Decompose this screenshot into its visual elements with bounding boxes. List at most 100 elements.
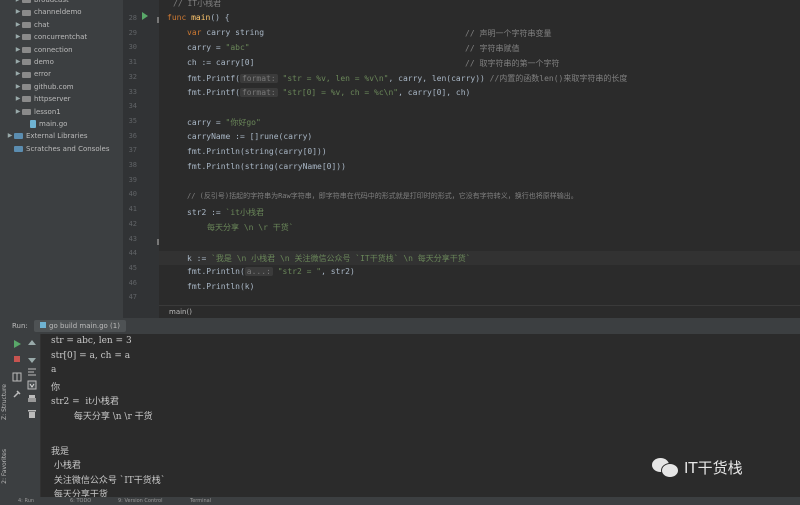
folder-icon (22, 9, 31, 16)
line-number: 47 (128, 293, 137, 302)
folder-icon (22, 83, 31, 90)
tree-item-label: demo (34, 57, 54, 66)
run-tool-column (10, 334, 41, 505)
print-icon[interactable] (27, 394, 37, 404)
favorites-tab[interactable]: 2: Favorites (1, 449, 8, 484)
code-comment: // 取字符串的第一个字符 (465, 59, 560, 68)
line-number: 40 (128, 190, 137, 199)
layout-icon[interactable] (12, 372, 22, 382)
tree-item[interactable]: ▶ channeldemo (4, 6, 123, 18)
line-number: 28 (128, 14, 137, 22)
code-comment: // (反引号)括起的字符串为Raw字符串，即字符串在代码中的形式就是打印时的形… (187, 192, 578, 200)
expand-arrow-icon[interactable]: ▶ (14, 19, 22, 31)
scratches-icon (14, 145, 23, 152)
tree-item[interactable]: ▶ lesson1 (4, 106, 123, 118)
line-number: 44 (128, 249, 137, 258)
rerun-icon[interactable] (12, 339, 22, 349)
go-file-icon (40, 322, 46, 328)
breadcrumb[interactable]: main() (159, 305, 800, 319)
console-line: 关注微信公众号 `IT干货栈` (51, 475, 166, 486)
code-line: fmt.Println(a...: "str2 = ", str2) (187, 267, 355, 276)
expand-arrow-icon[interactable]: ▶ (14, 6, 22, 18)
line-number: 29 (128, 28, 137, 37)
tree-item-label: github.com (34, 82, 74, 91)
library-icon (14, 133, 23, 140)
console-line: 你 (51, 382, 61, 393)
tree-item[interactable]: ▶ github.com (4, 81, 123, 93)
code-comment: // 字符串赋值 (465, 44, 520, 53)
watermark-text: IT干货栈 (684, 458, 743, 477)
watermark: IT干货栈 (652, 456, 743, 478)
tree-item[interactable]: Scratches and Consoles (4, 143, 123, 155)
expand-arrow-icon[interactable]: ▶ (14, 44, 22, 56)
tree-item[interactable]: ▶ chat (4, 19, 123, 31)
tab-run-config[interactable]: go build main.go (1) (34, 320, 126, 332)
line-number: 32 (128, 72, 137, 81)
tree-item-label: main.go (39, 119, 68, 128)
code-line: func main() { (167, 13, 230, 22)
folder-icon (22, 96, 31, 103)
run-tab-label: go build main.go (1) (49, 322, 120, 330)
expand-arrow-icon[interactable]: ▶ (14, 68, 22, 80)
line-number: 33 (128, 87, 137, 96)
code-line: fmt.Printf(format: "str[0] = %v, ch = %c… (187, 88, 471, 97)
terminal-tool-tab[interactable]: Terminal (190, 498, 211, 504)
expand-arrow-icon[interactable]: ▶ (14, 93, 22, 105)
pin-icon[interactable] (12, 389, 22, 399)
console-line: str = abc, len = 3 (51, 336, 132, 346)
code-line: carryName := []rune(carry) (187, 132, 313, 141)
tree-item[interactable]: ▶ External Libraries (4, 130, 123, 142)
structure-tab[interactable]: Z: Structure (1, 384, 8, 420)
folder-icon (22, 46, 31, 53)
tree-item-label: channeldemo (34, 8, 82, 17)
expand-arrow-icon[interactable]: ▶ (6, 130, 14, 142)
todo-tool-tab[interactable]: 6: TODO (70, 498, 91, 504)
tree-item[interactable]: main.go (4, 118, 123, 130)
scroll-to-end-icon[interactable] (27, 380, 37, 390)
code-line: carry = "abc" (187, 43, 250, 52)
tree-item[interactable]: ▶ demo (4, 56, 123, 68)
line-number: 36 (128, 131, 137, 140)
code-line: k := `我是 \n 小栈君 \n 关注微信公众号 `IT干货栈` \n 每天… (187, 254, 471, 263)
code-editor[interactable]: // IT小栈君 func main() { var carry string … (159, 0, 800, 318)
code-line: fmt.Println(string(carry[0])) (187, 147, 327, 156)
folder-icon (22, 34, 31, 41)
code-line: // IT小栈君 (173, 0, 222, 8)
code-line: str2 := `it小栈君 (187, 208, 264, 217)
scroll-down-icon[interactable] (27, 354, 37, 364)
stop-icon[interactable] (12, 354, 22, 364)
line-number: 37 (128, 146, 137, 155)
wechat-icon (652, 456, 680, 478)
line-number: 30 (128, 43, 137, 52)
folder-icon (22, 59, 31, 66)
line-number: 35 (128, 116, 137, 125)
console-line: 每天分享 \n \r 干货 (51, 411, 153, 422)
tree-item[interactable]: ▶ error (4, 68, 123, 80)
bottom-tool-bar: 4: Run 6: TODO 9: Version Control Termin… (0, 497, 800, 505)
folder-icon (22, 108, 31, 115)
folder-icon (22, 21, 31, 28)
expand-arrow-icon[interactable]: ▶ (14, 81, 22, 93)
expand-arrow-icon[interactable]: ▶ (14, 106, 22, 118)
trash-icon[interactable] (27, 409, 37, 419)
run-tool-tab[interactable]: 4: Run (18, 498, 34, 504)
expand-arrow-icon[interactable]: ▶ (14, 56, 22, 68)
left-tool-strip: Z: Structure 2: Favorites (0, 334, 10, 505)
soft-wrap-icon[interactable] (27, 367, 37, 377)
line-number: 41 (128, 205, 137, 214)
folder-icon (22, 71, 31, 78)
code-line: 每天分享 \n \r 干货` (207, 223, 294, 232)
line-number: 38 (128, 161, 137, 169)
console-line: str2 = it小栈君 (51, 397, 119, 407)
tree-item[interactable]: ▶ concurrentchat (4, 31, 123, 43)
scroll-up-icon[interactable] (27, 339, 37, 349)
version-control-tool-tab[interactable]: 9: Version Control (118, 498, 163, 504)
tree-item[interactable]: ▶ httpserver (4, 93, 123, 105)
breadcrumb-function[interactable]: main() (169, 308, 192, 316)
line-number: 45 (128, 263, 137, 272)
line-number: 31 (128, 58, 137, 67)
expand-arrow-icon[interactable]: ▶ (14, 31, 22, 43)
tree-item-label: httpserver (34, 95, 71, 104)
tree-item[interactable]: ▶ connection (4, 44, 123, 56)
run-main-icon[interactable] (142, 12, 148, 20)
